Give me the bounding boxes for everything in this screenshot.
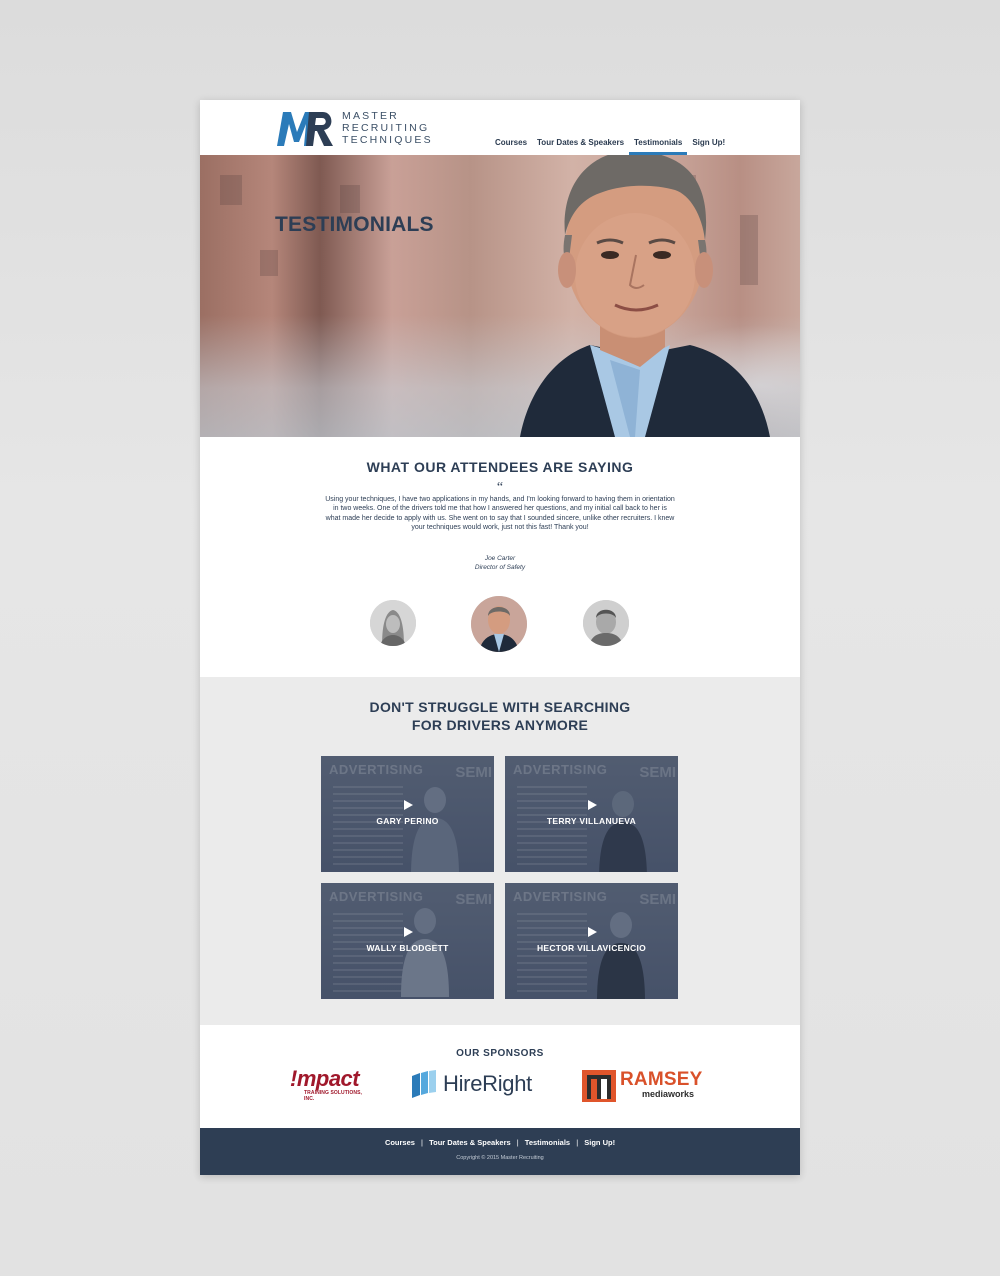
quote-mark-icon: “ [496, 480, 504, 495]
video-speaker-name: TERRY VILLANUEVA [546, 816, 637, 826]
footer-link-tour-dates-speakers[interactable]: Tour Dates & Speakers [429, 1138, 511, 1147]
nav-testimonials[interactable]: Testimonials [629, 132, 688, 155]
play-icon[interactable] [403, 800, 413, 810]
site-header: MASTER RECRUITING TECHNIQUES Courses Tou… [200, 100, 800, 155]
video-card-gary-perino[interactable]: ADVERTISING SEMI GARY PERINO [321, 756, 494, 872]
video-speaker-name: GARY PERINO [376, 816, 439, 826]
ramsey-mark-icon [582, 1070, 616, 1102]
footer-separator: | [516, 1138, 519, 1147]
sponsor-ramsey-logo[interactable]: RAMSEY mediaworks [582, 1068, 710, 1104]
logo-line-master: MASTER [342, 110, 399, 122]
site-logo[interactable]: MASTER RECRUITING TECHNIQUES [275, 106, 445, 150]
video-overlay [505, 883, 678, 999]
videos-heading: DON'T STRUGGLE WITH SEARCHING FOR DRIVER… [200, 698, 800, 734]
background-window [340, 185, 360, 213]
hero-portrait-image [520, 155, 770, 437]
impact-logo-subtext: TRAINING SOLUTIONS, INC. [304, 1090, 363, 1102]
nav-courses[interactable]: Courses [490, 132, 532, 153]
videos-heading-line2: FOR DRIVERS ANYMORE [411, 717, 589, 733]
video-speaker-name: WALLY BLODGETT [366, 943, 449, 953]
hireright-logo-text: HireRight [443, 1071, 532, 1096]
video-overlay [321, 756, 494, 872]
footer-link-testimonials[interactable]: Testimonials [525, 1138, 570, 1147]
author-title: Director of Safety [474, 564, 526, 571]
footer-nav: Courses | Tour Dates & Speakers | Testim… [200, 1138, 800, 1147]
video-card-hector-villavicencio[interactable]: ADVERTISING SEMI HECTOR VILLAVICENCIO [505, 883, 678, 999]
avatar-man-gray-image [583, 600, 629, 646]
testimonials-heading: WHAT OUR ATTENDEES ARE SAYING [366, 459, 634, 475]
ramsey-logo-text: RAMSEY [620, 1069, 703, 1090]
copyright-text: Copyright © 2015 Master Recruiting [456, 1155, 544, 1161]
nav-tour-dates-speakers[interactable]: Tour Dates & Speakers [532, 132, 629, 153]
video-overlay [505, 756, 678, 872]
mr-logo-mark-icon [277, 112, 333, 146]
testimonial-avatar-man[interactable] [583, 600, 629, 646]
author-name: Joe Carter [484, 555, 516, 562]
play-icon[interactable] [587, 800, 597, 810]
video-card-wally-blodgett[interactable]: ADVERTISING SEMI WALLY BLODGETT [321, 883, 494, 999]
main-nav: Courses Tour Dates & Speakers Testimonia… [490, 132, 730, 155]
logo-text: MASTER RECRUITING TECHNIQUES [342, 110, 433, 146]
sponsors-heading: OUR SPONSORS [456, 1048, 544, 1059]
background-window [220, 175, 242, 205]
site-footer: Courses | Tour Dates & Speakers | Testim… [200, 1128, 800, 1175]
videos-heading-line1: DON'T STRUGGLE WITH SEARCHING [369, 699, 631, 715]
footer-link-sign-up[interactable]: Sign Up! [584, 1138, 615, 1147]
testimonial-author: Joe Carter Director of Safety [200, 554, 800, 572]
sponsor-hireright-logo[interactable]: HireRight [410, 1068, 545, 1102]
footer-separator: | [421, 1138, 423, 1147]
logo-line-techniques: TECHNIQUES [342, 134, 433, 146]
impact-logo-text: !mpact [290, 1066, 360, 1091]
webpage: MASTER RECRUITING TECHNIQUES Courses Tou… [200, 100, 800, 1175]
video-speaker-name: HECTOR VILLAVICENCIO [536, 943, 647, 953]
play-icon[interactable] [403, 927, 413, 937]
avatar-man-color-image [471, 596, 527, 652]
testimonial-avatar-woman[interactable] [370, 600, 416, 646]
play-icon[interactable] [587, 927, 597, 937]
avatar-woman-image [370, 600, 416, 646]
testimonial-quote: Using your techniques, I have two applic… [325, 496, 675, 532]
video-overlay [321, 883, 494, 999]
hero-title: TESTIMONIALS [275, 213, 434, 236]
footer-link-courses[interactable]: Courses [385, 1138, 415, 1147]
testimonial-avatar-selected[interactable] [471, 596, 527, 652]
logo-line-recruiting: RECRUITING [342, 122, 430, 134]
ramsey-logo-subtext: mediaworks [642, 1089, 695, 1099]
sponsor-impact-logo[interactable]: !mpact TRAINING SOLUTIONS, INC. [290, 1068, 372, 1104]
nav-sign-up[interactable]: Sign Up! [687, 132, 730, 153]
hireright-mark-icon [412, 1070, 436, 1098]
hero-banner: TESTIMONIALS [200, 155, 800, 437]
video-card-terry-villanueva[interactable]: ADVERTISING SEMI TERRY VILLANUEVA [505, 756, 678, 872]
footer-separator: | [576, 1138, 579, 1147]
background-window [260, 250, 278, 276]
